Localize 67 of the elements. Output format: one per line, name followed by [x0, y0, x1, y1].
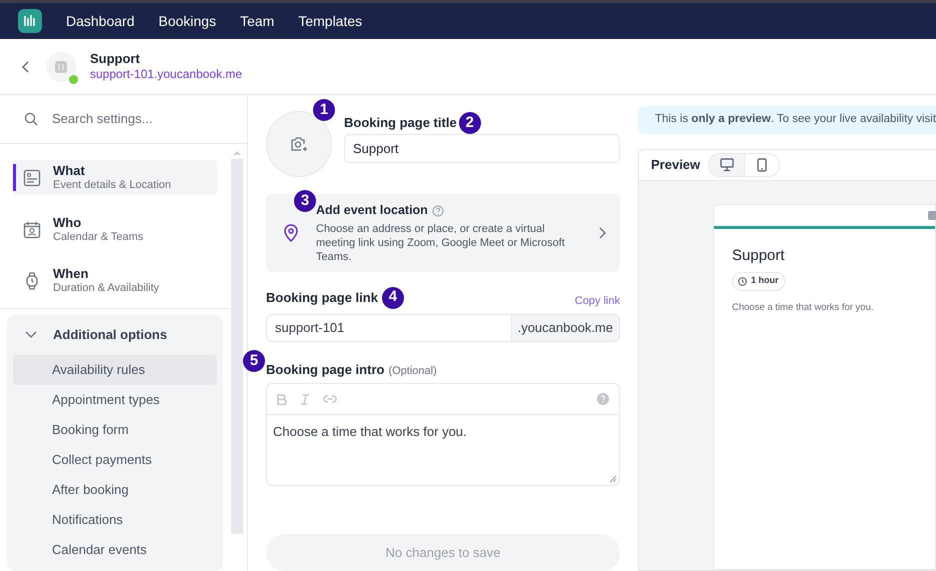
map-pin-icon [284, 224, 298, 242]
link-field[interactable]: support-101 .youcanbook.me [266, 314, 620, 342]
device-toggle[interactable] [709, 154, 744, 176]
field-label: Booking page title [344, 114, 457, 132]
notice-text: This is only a preview. To see your live availability visit [655, 112, 936, 128]
callout-number: 4 [382, 286, 404, 309]
preview-label: Preview [651, 156, 700, 174]
field-label: Booking page intro [266, 360, 384, 379]
options-item[interactable]: Appointment types [13, 385, 217, 415]
chevron-right-icon [598, 226, 606, 239]
nav-link[interactable]: Team [240, 10, 274, 32]
options-item[interactable]: After booking [13, 475, 217, 505]
card-intro: Choose a time that works for you. [732, 300, 874, 314]
italic-icon [300, 394, 310, 405]
resize-handle-icon [609, 474, 617, 483]
card-title: Support [732, 246, 785, 266]
nav-link[interactable]: Templates [298, 10, 362, 32]
sidebar-item[interactable]: What Event details & Location [13, 160, 217, 195]
selection-bar [13, 164, 16, 191]
page-url-link[interactable]: support-101.youcanbook.me [90, 67, 242, 82]
page-title: Support [90, 50, 141, 68]
callout-number: 1 [313, 99, 335, 121]
search-field[interactable]: Search settings... [52, 109, 202, 129]
chevron-down-icon [25, 331, 37, 339]
options-item[interactable]: Booking form [13, 415, 217, 445]
monitor-icon [720, 158, 734, 172]
intro-text: Choose a time that works for you. [272, 423, 468, 442]
item-subtitle: Event details & Location [53, 178, 172, 192]
sidebar-item[interactable]: Who Calendar & Teams [13, 212, 217, 247]
search-icon [24, 112, 38, 126]
scrollbar-thumb[interactable] [231, 159, 243, 534]
location-title: Add event location [316, 202, 428, 220]
intro-editor[interactable]: Choose a time that works for you. [266, 383, 620, 486]
item-title: What [53, 162, 86, 179]
help-icon [432, 204, 444, 217]
item-title: Who [53, 214, 82, 231]
camera-plus-icon [290, 136, 308, 152]
field-label: Booking page link [266, 288, 378, 307]
scroll-up-icon [233, 150, 241, 155]
item-title: When [53, 266, 90, 282]
callout-number: 3 [294, 190, 316, 212]
callout-number: 5 [243, 350, 265, 372]
callout-number: 2 [458, 112, 481, 134]
title-input[interactable]: Support [344, 134, 620, 163]
duration-badge: 1 hour [732, 272, 785, 290]
id-card-icon [23, 168, 41, 186]
calendar-person-icon [23, 220, 41, 238]
options-item[interactable]: Availability rules [13, 355, 217, 385]
options-item[interactable]: Calendar events [13, 535, 217, 565]
nav-link[interactable]: Dashboard [66, 10, 134, 32]
nav-link[interactable]: Bookings [158, 10, 216, 32]
item-subtitle: Calendar & Teams [53, 230, 144, 244]
options-item[interactable]: Notifications [13, 505, 217, 535]
link-icon [323, 395, 337, 404]
clock-icon [738, 276, 747, 286]
item-subtitle: Duration & Availability [53, 282, 160, 296]
device-toggle[interactable] [744, 154, 780, 176]
optional-hint: (Optional) [388, 364, 437, 379]
phone-icon [755, 158, 770, 172]
options-item[interactable]: Collect payments [13, 445, 217, 475]
domain-suffix: .youcanbook.me [510, 314, 619, 341]
copy-link[interactable]: Copy link [574, 293, 620, 310]
options-toggle[interactable]: Additional options [7, 315, 223, 355]
help-icon [597, 393, 609, 406]
bold-icon [277, 394, 287, 405]
location-description: Choose an address or place, or create a virtual meeting link using Zoom, Google Meet or Microsoft Teams. [316, 222, 566, 264]
sidebar-item[interactable]: When Duration & Availability [13, 263, 217, 298]
